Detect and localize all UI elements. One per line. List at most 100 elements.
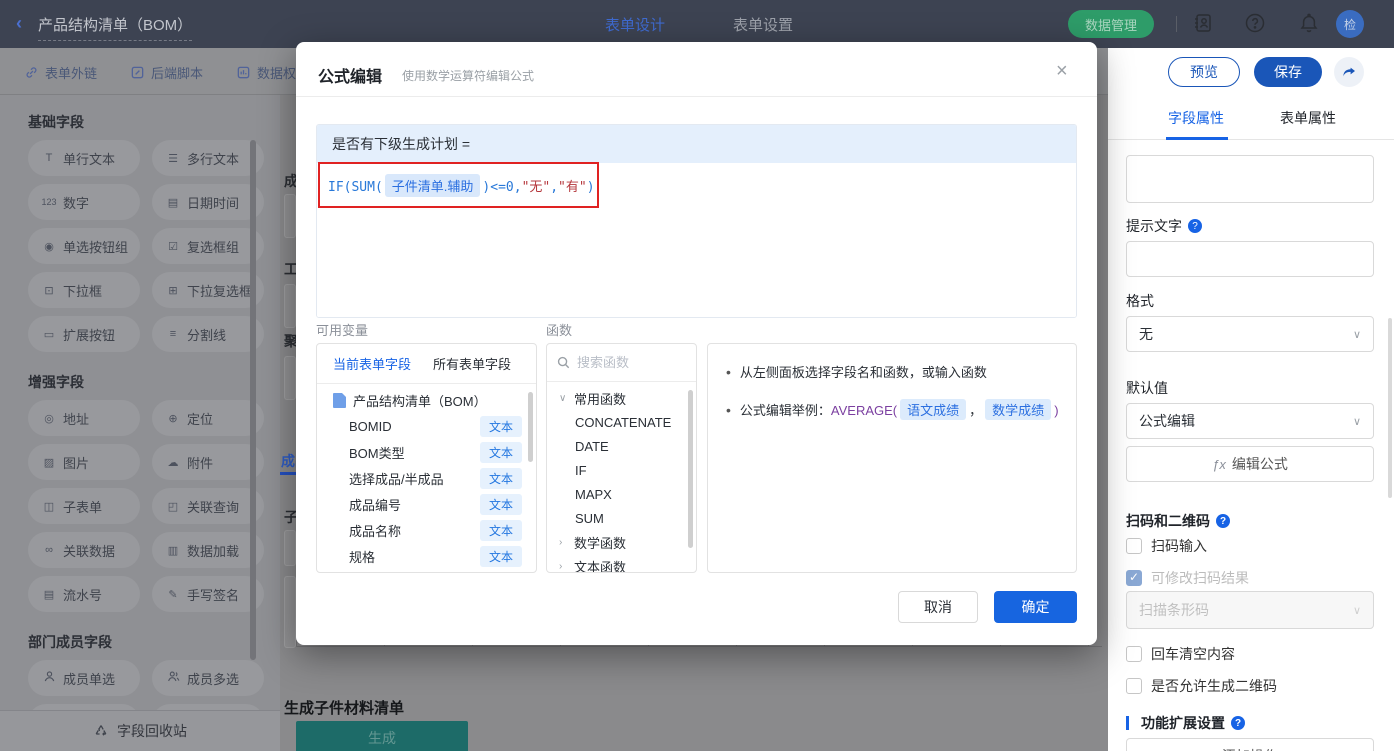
formula-input-area[interactable]: IF(SUM(子件清单.辅助)<=0,"无","有")	[317, 162, 1076, 317]
dialog-subtitle: 使用数学运算符编辑公式	[402, 69, 535, 83]
fx-icon: ƒx	[1212, 456, 1226, 472]
search-function-input[interactable]	[577, 355, 677, 370]
caret-right-icon: ›	[559, 560, 563, 572]
address-pin-icon: ◎	[44, 412, 54, 425]
tab-field-properties[interactable]: 字段属性	[1168, 108, 1224, 128]
field-recycle-bin[interactable]: 字段回收站	[0, 710, 280, 751]
tab-form-design[interactable]: 表单设计	[605, 14, 665, 35]
toolbar-item-backend-script[interactable]: 后端脚本	[130, 63, 203, 82]
format-select[interactable]: 无 ∨	[1126, 316, 1374, 352]
toolbar-item-external-link[interactable]: 表单外链	[24, 63, 97, 82]
dialog-header-divider	[296, 96, 1097, 97]
field-type-serial-number[interactable]: ▤ 流水号	[28, 576, 140, 612]
variable-row[interactable]: 文本	[317, 569, 536, 572]
field-type-member-single[interactable]: 成员单选	[28, 660, 140, 696]
function-item[interactable]: MAPX	[547, 482, 696, 506]
function-group-common[interactable]: ∨ 常用函数	[547, 386, 696, 410]
checkbox-checked-icon[interactable]	[1126, 570, 1142, 586]
variable-row[interactable]: 选择成品/半成品 文本	[317, 465, 536, 491]
close-icon[interactable]: ×	[1056, 60, 1068, 83]
variable-row[interactable]: BOMID 文本	[317, 413, 536, 439]
confirm-button[interactable]: 确定	[994, 591, 1077, 623]
field-type-subform[interactable]: ◫ 子表单	[28, 488, 140, 524]
field-type-signature[interactable]: ✎ 手写签名	[152, 576, 264, 612]
checkbox-modify-scan-result[interactable]: 可修改扫码结果	[1126, 568, 1249, 588]
generate-section-title: 生成子件材料清单	[284, 700, 405, 717]
multi-text-icon: ☰	[168, 152, 178, 165]
add-action-button[interactable]: 添加操作	[1126, 738, 1374, 751]
scan-barcode-select[interactable]: 扫描条形码 ∨	[1126, 591, 1374, 629]
user-avatar[interactable]: 检	[1336, 10, 1364, 38]
cancel-button[interactable]: 取消	[898, 591, 978, 623]
radio-icon: ◉	[44, 240, 54, 253]
help-icon[interactable]	[1244, 12, 1268, 36]
tab-current-form-fields[interactable]: 当前表单字段	[333, 354, 411, 373]
tab-form-properties[interactable]: 表单属性	[1280, 108, 1336, 128]
help-question-icon[interactable]: ?	[1188, 219, 1202, 233]
checkbox-scan-input[interactable]: 扫码输入	[1126, 536, 1207, 556]
field-type-multi-dropdown[interactable]: ⊞ 下拉复选框	[152, 272, 264, 308]
chevron-down-icon: ∨	[1352, 415, 1361, 428]
default-value-select[interactable]: 公式编辑 ∨	[1126, 403, 1374, 439]
field-type-attachment[interactable]: ☁ 附件	[152, 444, 264, 480]
field-type-linked-query[interactable]: ◰ 关联查询	[152, 488, 264, 524]
field-type-extend-button[interactable]: ▭ 扩展按钮	[28, 316, 140, 352]
formula-expression[interactable]: IF(SUM(子件清单.辅助)<=0,"无","有")	[328, 173, 595, 197]
field-type-badge: 文本	[479, 571, 522, 572]
checkbox-allow-qr[interactable]: 是否允许生成二维码	[1126, 676, 1277, 696]
field-type-checkbox-group[interactable]: ☑ 复选框组	[152, 228, 264, 264]
functions-scrollbar[interactable]	[688, 390, 693, 548]
field-type-multi-text[interactable]: ☰ 多行文本	[152, 140, 264, 176]
hint-text-input[interactable]	[1126, 241, 1374, 277]
sidebar-scrollbar[interactable]	[250, 140, 256, 660]
field-type-linked-data[interactable]: ∞ 关联数据	[28, 532, 140, 568]
field-type-dropdown[interactable]: ⊡ 下拉框	[28, 272, 140, 308]
field-type-divider[interactable]: ≡ 分割线	[152, 316, 264, 352]
field-type-radio-group[interactable]: ◉ 单选按钮组	[28, 228, 140, 264]
canvas-input-fragment	[284, 284, 296, 328]
formula-target-field: 是否有下级生成计划 =	[317, 125, 1076, 163]
variable-row[interactable]: BOM类型 文本	[317, 439, 536, 465]
panel-top-input[interactable]	[1126, 155, 1374, 203]
variable-row[interactable]: 成品名称 文本	[317, 517, 536, 543]
variables-root-row[interactable]: 产品结构清单（BOM）	[317, 387, 536, 413]
single-text-icon: T	[45, 152, 53, 164]
field-type-data-load[interactable]: ▥ 数据加载	[152, 532, 264, 568]
preview-button[interactable]: 预览	[1168, 57, 1240, 87]
checkbox-unchecked-icon[interactable]	[1126, 678, 1142, 694]
variable-row[interactable]: 规格 文本	[317, 543, 536, 569]
checkbox-unchecked-icon[interactable]	[1126, 538, 1142, 554]
generate-button[interactable]: 生成	[296, 721, 468, 751]
field-type-address[interactable]: ◎ 地址	[28, 400, 140, 436]
panel-scrollbar[interactable]	[1388, 318, 1392, 498]
field-type-number[interactable]: 123 数字	[28, 184, 140, 220]
checkbox-clear-on-enter[interactable]: 回车清空内容	[1126, 644, 1235, 664]
back-chevron-icon[interactable]: ‹	[16, 13, 22, 34]
variable-row[interactable]: 成品编号 文本	[317, 491, 536, 517]
variables-scrollbar[interactable]	[528, 392, 533, 462]
function-group-text[interactable]: › 文本函数	[547, 554, 696, 573]
function-item[interactable]: SUM	[547, 506, 696, 530]
field-type-single-text[interactable]: T 单行文本	[28, 140, 140, 176]
contacts-icon[interactable]	[1192, 12, 1216, 36]
function-item[interactable]: IF	[547, 458, 696, 482]
help-question-icon[interactable]: ?	[1231, 716, 1245, 730]
share-button[interactable]	[1334, 57, 1364, 87]
notifications-bell-icon[interactable]	[1298, 12, 1322, 36]
data-manage-button[interactable]: 数据管理	[1068, 10, 1154, 38]
checkbox-unchecked-icon[interactable]	[1126, 646, 1142, 662]
field-type-image[interactable]: ▨ 图片	[28, 444, 140, 480]
function-item[interactable]: CONCATENATE	[547, 410, 696, 434]
field-type-member-multi[interactable]: 成员多选	[152, 660, 264, 696]
field-chip[interactable]: 子件清单.辅助	[384, 173, 481, 197]
help-question-icon[interactable]: ?	[1216, 514, 1230, 528]
people-icon	[165, 670, 181, 686]
function-item[interactable]: DATE	[547, 434, 696, 458]
tab-all-form-fields[interactable]: 所有表单字段	[433, 354, 511, 373]
save-button[interactable]: 保存	[1254, 57, 1322, 87]
field-type-datetime[interactable]: ▤ 日期时间	[152, 184, 264, 220]
function-group-math[interactable]: › 数学函数	[547, 530, 696, 554]
field-type-location[interactable]: ⊕ 定位	[152, 400, 264, 436]
edit-formula-button[interactable]: ƒx 编辑公式	[1126, 446, 1374, 482]
tab-form-settings[interactable]: 表单设置	[733, 14, 793, 35]
